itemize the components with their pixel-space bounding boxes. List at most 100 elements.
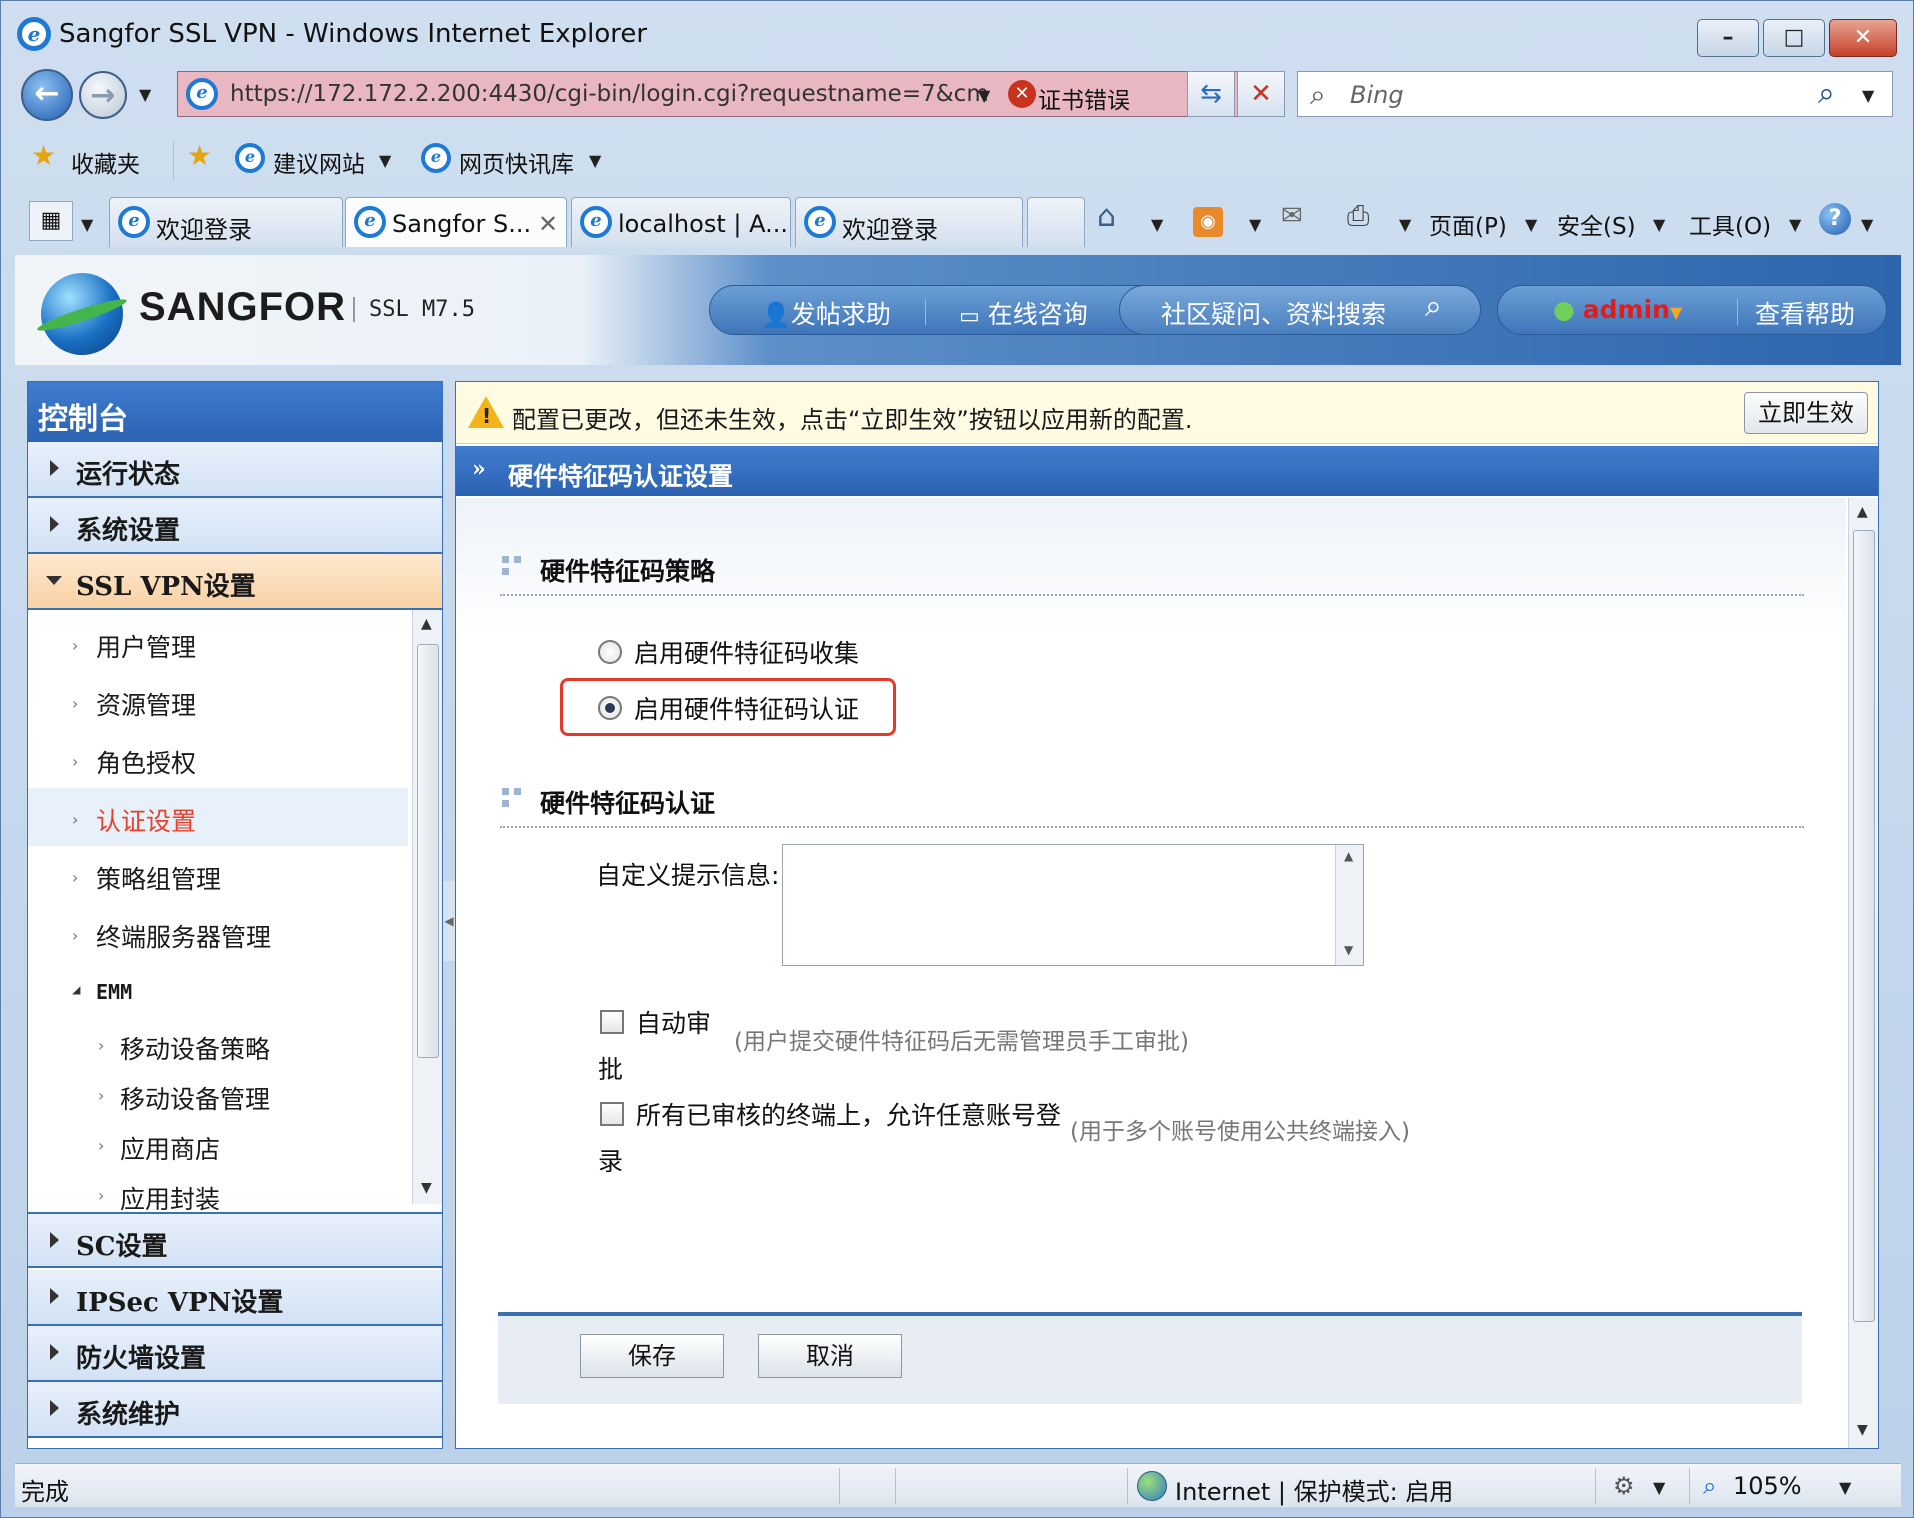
print-dropdown-icon[interactable]: ▼ [1399, 215, 1411, 234]
back-button[interactable]: ← [21, 69, 73, 121]
tab-localhost[interactable]: e localhost | A... [571, 197, 791, 247]
chevron-right-icon: › [72, 926, 79, 945]
sidebar-item-app-store[interactable]: › 应用商店 [28, 1118, 408, 1168]
cancel-button[interactable]: 取消 [758, 1334, 902, 1378]
add-favorite-icon[interactable]: ★ [187, 139, 212, 172]
home-dropdown-icon[interactable]: ▼ [1151, 215, 1163, 234]
tab-welcome-2[interactable]: e 欢迎登录 [795, 197, 1023, 247]
post-help-link[interactable]: 👤发帖求助 [761, 295, 891, 331]
forward-button[interactable]: → [79, 71, 127, 119]
sidebar-item-ipsec-vpn[interactable]: IPSec VPN设置 [28, 1270, 442, 1326]
sidebar-scrollbar[interactable]: ▲ ▼ [412, 610, 442, 1204]
sidebar-item-status[interactable]: 运行状态 [28, 442, 442, 498]
sidebar-item-auth-settings[interactable]: › 认证设置 [28, 788, 408, 846]
stop-icon[interactable]: ✕ [1237, 71, 1285, 117]
radio-enable-authentication-label[interactable]: 启用硬件特征码认证 [634, 690, 859, 726]
textarea-scrollbar[interactable]: ▲ ▼ [1335, 845, 1363, 965]
radio-enable-collection[interactable] [598, 640, 622, 664]
help-icon[interactable]: ? [1819, 203, 1851, 235]
tab-list-dropdown-icon[interactable]: ▼ [81, 215, 93, 234]
minimize-button[interactable]: – [1697, 19, 1759, 57]
radio-enable-authentication[interactable] [598, 696, 622, 720]
view-help-link[interactable]: 查看帮助 [1755, 295, 1855, 331]
tools-dropdown-icon[interactable]: ▼ [1789, 215, 1801, 234]
protected-mode-icon[interactable]: ⚙ [1613, 1472, 1635, 1500]
mail-icon[interactable]: ✉ [1281, 201, 1303, 231]
address-dropdown-icon[interactable]: ▼ [978, 86, 990, 105]
address-bar[interactable]: e https://172.172.2.200:4430/cgi-bin/log… [177, 71, 1285, 117]
tools-menu[interactable]: 工具(O) [1689, 207, 1771, 241]
auto-approve-checkbox[interactable] [600, 1010, 624, 1034]
sidebar-item-resource-management[interactable]: › 资源管理 [28, 672, 408, 730]
rss-feed-icon[interactable]: ◉ [1193, 207, 1223, 237]
quick-tabs-icon[interactable]: ▦ [29, 201, 73, 241]
sidebar-item-sc-settings[interactable]: SC设置 [28, 1212, 442, 1268]
close-window-button[interactable]: ✕ [1829, 19, 1897, 57]
safety-dropdown-icon[interactable]: ▼ [1653, 215, 1665, 234]
sidebar-item-terminal-server[interactable]: › 终端服务器管理 [28, 904, 408, 962]
web-slice-button[interactable]: 网页快讯库 [459, 145, 574, 179]
user-menu[interactable]: ● admin▼ [1553, 295, 1682, 324]
tab-close-icon[interactable]: ✕ [538, 210, 558, 238]
status-bar: 完成 Internet | 保护模式: 启用 ⚙ ▼ ⌕ 105% ▼ [15, 1463, 1901, 1507]
sidebar-item-user-management[interactable]: › 用户管理 [28, 614, 408, 672]
security-zone-text[interactable]: Internet | 保护模式: 启用 [1175, 1472, 1453, 1507]
search-icon[interactable]: ⌕ [1818, 76, 1835, 111]
cert-error-icon[interactable]: ✕ [1008, 80, 1036, 108]
custom-prompt-textarea[interactable]: ▲ ▼ [782, 844, 1364, 966]
tab-sangfor[interactable]: e Sangfor S... ✕ [345, 197, 567, 247]
print-icon[interactable]: ⎙ [1347, 199, 1369, 233]
scroll-down-icon[interactable]: ▼ [1857, 1422, 1868, 1438]
new-tab-button[interactable] [1027, 197, 1085, 247]
url-text[interactable]: https://172.172.2.200:4430/cgi-bin/login… [230, 81, 990, 107]
apply-now-button[interactable]: 立即生效 [1744, 392, 1868, 434]
sidebar-item-role-authorization[interactable]: › 角色授权 [28, 730, 408, 788]
zoom-dropdown-icon[interactable]: ▼ [1839, 1478, 1851, 1497]
history-dropdown-icon[interactable]: ▼ [139, 85, 151, 104]
tab-welcome-1[interactable]: e 欢迎登录 [109, 197, 343, 247]
sidebar-item-emm[interactable]: ◢ EMM [28, 966, 408, 1024]
web-slice-dropdown-icon[interactable]: ▼ [589, 151, 601, 170]
sidebar-item-policy-group[interactable]: › 策略组管理 [28, 846, 408, 904]
sidebar-item-firewall[interactable]: 防火墙设置 [28, 1326, 442, 1382]
favorites-button[interactable]: 收藏夹 [71, 145, 140, 179]
auto-approve-label[interactable]: 自动审 [636, 1004, 711, 1040]
zoom-icon[interactable]: ⌕ [1703, 1472, 1716, 1500]
online-consult-link[interactable]: ▭ 在线咨询 [959, 295, 1088, 331]
help-dropdown-icon[interactable]: ▼ [1861, 215, 1873, 234]
scroll-up-icon[interactable]: ▲ [1857, 504, 1868, 520]
cert-error-label[interactable]: 证书错误 [1038, 81, 1130, 115]
main-scroll-thumb[interactable] [1853, 530, 1875, 1322]
suggested-dropdown-icon[interactable]: ▼ [379, 151, 391, 170]
any-account-checkbox[interactable] [600, 1102, 624, 1126]
page-dropdown-icon[interactable]: ▼ [1525, 215, 1537, 234]
sidebar-item-ssl-vpn[interactable]: SSL VPN设置 [28, 554, 442, 610]
safety-menu[interactable]: 安全(S) [1557, 207, 1636, 241]
search-icon[interactable]: ⌕ [1425, 289, 1442, 324]
scroll-up-icon[interactable]: ▲ [421, 616, 432, 632]
radio-enable-collection-label[interactable]: 启用硬件特征码收集 [634, 634, 859, 670]
main-scrollbar[interactable]: ▲ ▼ [1848, 498, 1878, 1448]
maximize-button[interactable]: □ [1763, 19, 1825, 57]
refresh-icon[interactable]: ⇆ [1187, 71, 1235, 117]
save-button[interactable]: 保存 [580, 1334, 724, 1378]
sidebar-item-app-wrapping[interactable]: › 应用封装 [28, 1168, 408, 1218]
sidebar-scroll-thumb[interactable] [417, 644, 439, 1058]
scroll-down-icon[interactable]: ▼ [421, 1180, 432, 1196]
collapse-sidebar-handle[interactable]: ◀ [443, 881, 455, 961]
sidebar-item-mobile-management[interactable]: › 移动设备管理 [28, 1068, 408, 1118]
any-account-label[interactable]: 所有已审核的终端上，允许任意账号登 [636, 1096, 1061, 1132]
home-icon[interactable]: ⌂ [1097, 199, 1116, 234]
scroll-up-icon[interactable]: ▲ [1344, 849, 1353, 863]
protected-mode-dropdown-icon[interactable]: ▼ [1653, 1478, 1665, 1497]
feed-dropdown-icon[interactable]: ▼ [1249, 215, 1261, 234]
zoom-level[interactable]: 105% [1733, 1472, 1802, 1500]
page-menu[interactable]: 页面(P) [1429, 207, 1507, 241]
suggested-sites-button[interactable]: 建议网站 [273, 145, 365, 179]
search-box[interactable]: ⌕ Bing ⌕ ▼ [1297, 71, 1893, 117]
sidebar-item-mobile-policy[interactable]: › 移动设备策略 [28, 1018, 408, 1068]
sidebar-item-system-settings[interactable]: 系统设置 [28, 498, 442, 554]
search-options-icon[interactable]: ▼ [1862, 86, 1874, 105]
scroll-down-icon[interactable]: ▼ [1344, 943, 1353, 957]
sidebar-item-maintenance[interactable]: 系统维护 [28, 1382, 442, 1438]
